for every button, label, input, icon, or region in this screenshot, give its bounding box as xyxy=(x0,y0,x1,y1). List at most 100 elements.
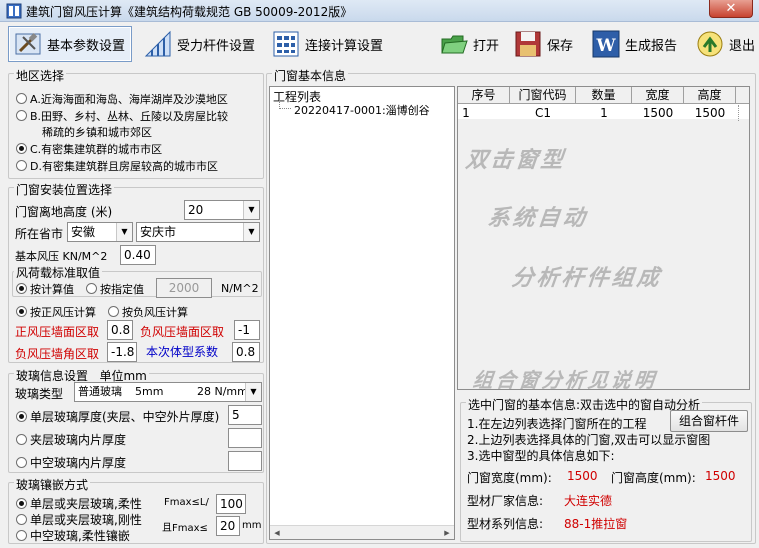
region-option-a[interactable]: A.近海海面和海岛、海岸湖岸及沙漠地区 xyxy=(16,91,228,107)
chevron-down-icon: ▼ xyxy=(116,223,132,241)
positive-pressure-radio[interactable]: 按正风压计算 xyxy=(16,304,96,320)
spec-value-radio[interactable]: 按指定值 xyxy=(86,281,144,297)
mount-option-rigid[interactable]: 单层或夹层玻璃,刚性 xyxy=(16,511,142,528)
selected-info-title: 选中门窗的基本信息:双击选中的窗自动分析 xyxy=(466,396,703,413)
radio-icon xyxy=(86,283,97,294)
width-value: 1500 xyxy=(567,469,598,483)
province-combo[interactable]: 安徽 ▼ xyxy=(67,222,133,242)
single-thickness-field[interactable]: 5 xyxy=(228,405,262,425)
series-value: 88-1推拉窗 xyxy=(564,517,628,531)
maker-label: 型材厂家信息: xyxy=(467,494,544,508)
mount-option-flexible[interactable]: 单层或夹层玻璃,柔性 xyxy=(16,495,142,512)
negative-pressure-radio[interactable]: 按负风压计算 xyxy=(108,304,188,320)
mount-option-hollow[interactable]: 中空玻璃,柔性镶嵌 xyxy=(16,527,130,544)
watermark-hint: 组合窗分析见说明 xyxy=(471,368,659,392)
region-option-b[interactable]: B.田野、乡村、丛林、丘陵以及房屋比较 xyxy=(16,108,228,124)
glass-type-combo[interactable]: 普通玻璃 5mm 28 N/mm^2 ▼ xyxy=(74,382,262,402)
save-button[interactable]: 保存 xyxy=(508,26,580,62)
region-option-d[interactable]: D.有密集建筑群且房屋较高的城市市区 xyxy=(16,158,218,174)
window-grid[interactable]: 序号 门窗代码 数量 宽度 高度 1 C1 1 1500 1500 xyxy=(457,86,750,390)
project-tree[interactable]: 工程列表 20220417-0001:淄博创谷 ◀ ▶ xyxy=(269,86,455,540)
open-folder-icon xyxy=(441,35,468,54)
radio-icon xyxy=(16,457,27,468)
negative-wall-field[interactable]: -1 xyxy=(234,320,260,340)
exit-label: 退出 xyxy=(729,38,756,54)
generate-report-button[interactable]: W 生成报告 xyxy=(586,26,680,62)
scroll-left-icon[interactable]: ◀ xyxy=(270,527,284,539)
fmax2-label: 且Fmax≤ xyxy=(162,523,208,534)
toolbar: 基本参数设置 受力杆件设置 连接计算设置 打开 保存 W 生成报告 退出 xyxy=(0,24,759,64)
wind-pressure-field[interactable]: 0.40 xyxy=(120,245,156,265)
combo-window-button[interactable]: 组合窗杆件 xyxy=(670,410,748,432)
negative-corner-field[interactable]: -1.8 xyxy=(107,342,137,362)
tree-scrollbar[interactable]: ◀ ▶ xyxy=(270,525,454,539)
hollow-thickness-radio[interactable]: 中空玻璃内片厚度 xyxy=(16,454,126,471)
height-value: 1500 xyxy=(705,469,736,483)
shape-coef-field[interactable]: 0.8 xyxy=(232,342,260,362)
spec-value-field[interactable]: 2000 xyxy=(156,278,212,298)
radio-icon xyxy=(16,514,27,525)
fmax-ratio-field[interactable]: 100 xyxy=(216,494,246,514)
height-label: 门窗离地高度 (米) xyxy=(15,205,113,219)
shape-coef-label: 本次体型系数 xyxy=(146,345,219,359)
radio-icon xyxy=(16,530,27,541)
radio-selected-icon xyxy=(16,143,27,154)
single-thickness-radio[interactable]: 单层玻璃厚度(夹层、中空外片厚度) xyxy=(16,408,219,425)
calc-value-radio[interactable]: 按计算值 xyxy=(16,281,74,297)
fmax-unit-label: mm xyxy=(242,520,262,531)
col-header[interactable]: 数量 xyxy=(576,87,632,104)
instruction-line: 1.在左边列表选择门窗所在的工程 xyxy=(467,417,647,431)
region-option-c[interactable]: C.有密集建筑群的城市市区 xyxy=(16,141,162,157)
member-settings-button[interactable]: 受力杆件设置 xyxy=(138,26,260,62)
word-document-icon: W xyxy=(592,30,620,58)
member-settings-label: 受力杆件设置 xyxy=(177,38,256,54)
region-title: 地区选择 xyxy=(14,67,67,84)
col-header[interactable]: 序号 xyxy=(458,87,510,104)
window-info-title: 门窗基本信息 xyxy=(272,67,349,84)
exit-button[interactable]: 退出 xyxy=(690,26,756,62)
maker-value: 大连实德 xyxy=(564,494,613,508)
glass-type-label: 玻璃类型 xyxy=(15,387,64,401)
table-cell: 1 xyxy=(462,106,470,120)
close-button[interactable]: ✕ xyxy=(709,0,753,18)
laminated-thickness-radio[interactable]: 夹层玻璃内片厚度 xyxy=(16,431,126,448)
hollow-thickness-field[interactable] xyxy=(228,451,262,471)
positive-wall-field[interactable]: 0.8 xyxy=(107,320,133,340)
negative-corner-label: 负风压墙角区取 xyxy=(15,347,100,361)
radio-selected-icon xyxy=(16,283,27,294)
city-label: 所在省市 xyxy=(15,227,64,241)
tree-connector xyxy=(279,108,291,109)
watermark-hint: 系统自动 xyxy=(486,206,590,231)
instruction-line: 2.上边列表选择具体的门窗,双击可以显示窗图 xyxy=(467,433,711,447)
width-label: 门窗宽度(mm): xyxy=(467,471,552,485)
chevron-down-icon: ▼ xyxy=(243,223,259,241)
grid-header: 序号 门窗代码 数量 宽度 高度 xyxy=(458,87,749,104)
col-header[interactable]: 高度 xyxy=(684,87,736,104)
height-info-label: 门窗高度(mm): xyxy=(611,471,696,485)
radio-icon xyxy=(16,160,27,171)
connection-settings-label: 连接计算设置 xyxy=(305,38,384,54)
title-bar: 建筑门窗风压计算《建筑结构荷载规范 GB 50009-2012版》 xyxy=(0,0,759,22)
open-button[interactable]: 打开 xyxy=(434,26,504,62)
city-combo[interactable]: 安庆市 ▼ xyxy=(136,222,260,242)
radio-selected-icon xyxy=(16,411,27,422)
series-label: 型材系列信息: xyxy=(467,517,544,531)
wind-std-title: 风荷载标准取值 xyxy=(14,264,103,281)
fmax-limit-field[interactable]: 20 xyxy=(216,516,240,536)
height-combo[interactable]: 20 ▼ xyxy=(184,200,260,220)
region-option-b-continued: 稀疏的乡镇和城市郊区 xyxy=(42,126,152,139)
scroll-right-icon[interactable]: ▶ xyxy=(440,527,454,539)
floppy-disk-icon xyxy=(515,31,541,57)
mount-title: 玻璃镶嵌方式 xyxy=(14,476,91,493)
connection-settings-button[interactable]: 连接计算设置 xyxy=(266,26,388,62)
chevron-down-icon: ▼ xyxy=(245,383,261,401)
col-header[interactable]: 门窗代码 xyxy=(510,87,576,104)
basic-params-button[interactable]: 基本参数设置 xyxy=(8,26,132,62)
radio-icon xyxy=(16,93,27,104)
laminated-thickness-field[interactable] xyxy=(228,428,262,448)
radio-icon xyxy=(16,434,27,445)
col-header[interactable]: 宽度 xyxy=(632,87,684,104)
tree-item-project[interactable]: 20220417-0001:淄博创谷 xyxy=(294,102,430,118)
install-title: 门窗安装位置选择 xyxy=(14,181,115,198)
svg-text:W: W xyxy=(595,36,616,56)
